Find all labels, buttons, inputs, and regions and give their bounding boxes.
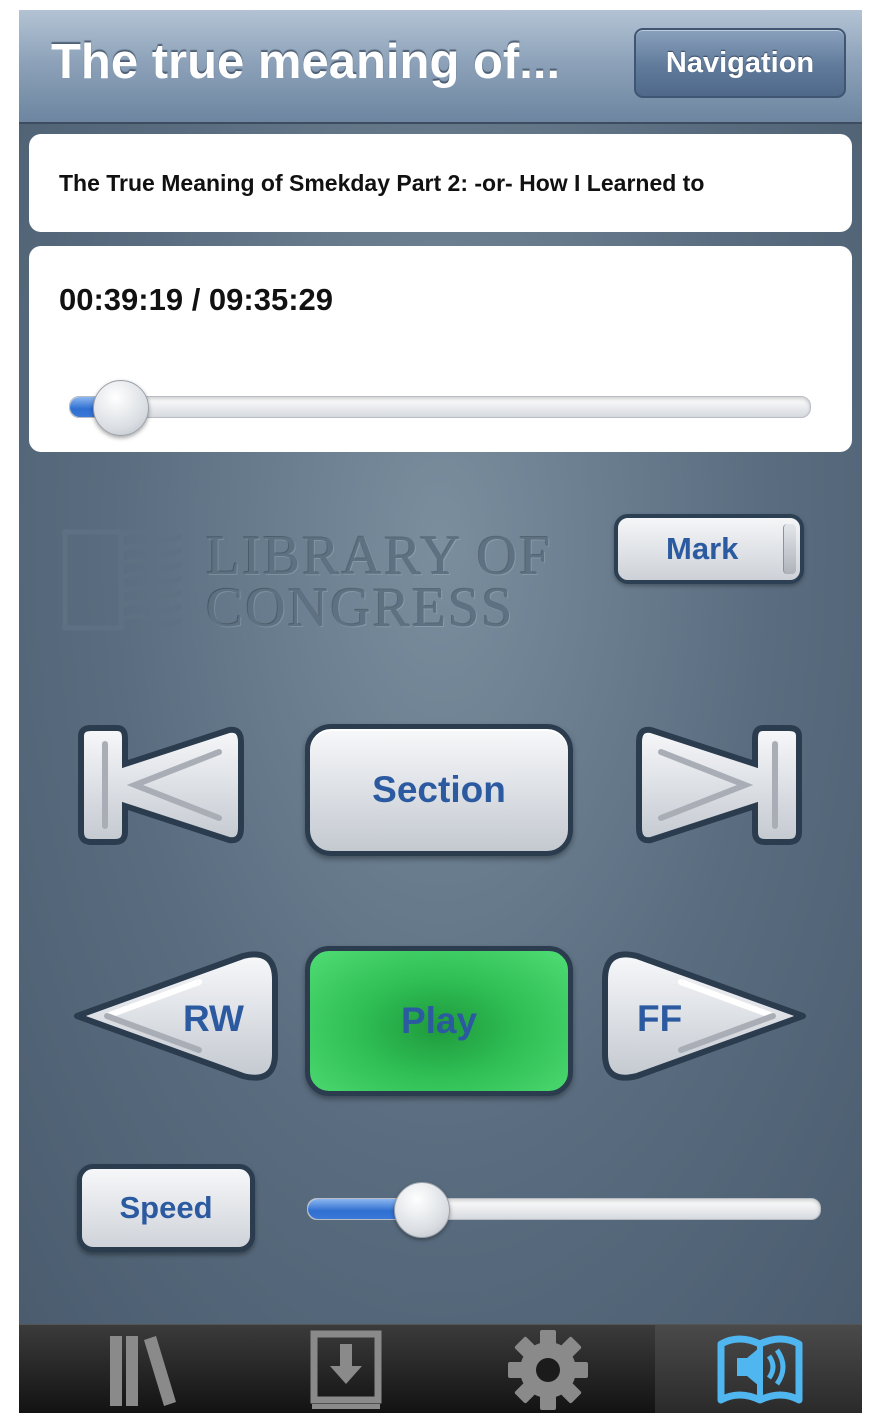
mark-label: Mark (666, 531, 739, 566)
download-icon (310, 1330, 382, 1409)
rewind-label: RW (183, 998, 244, 1039)
speed-slider[interactable] (307, 1182, 821, 1238)
tab-settings[interactable] (443, 1325, 653, 1413)
tab-bar (19, 1324, 862, 1413)
progress-card: 00:39:19 / 09:35:29 (29, 246, 852, 452)
previous-section-button[interactable] (69, 720, 249, 850)
app-screen: The true meaning of... Navigation The Tr… (19, 10, 862, 1413)
tab-library[interactable] (39, 1325, 249, 1413)
skip-back-icon (78, 725, 244, 845)
player-panel: The True Meaning of Smekday Part 2: -or-… (19, 124, 862, 1324)
rewind-button[interactable] (67, 946, 283, 1086)
mark-toggle-knob (783, 524, 796, 574)
tab-downloads[interactable] (241, 1325, 451, 1413)
fast-forward-label: FF (637, 998, 683, 1039)
library-of-congress-logo: LIBRARY OF CONGRESS (61, 524, 561, 639)
elapsed-total-time: 00:39:19 / 09:35:29 (59, 282, 334, 317)
book-title: The True Meaning of Smekday Part 2: -or-… (59, 169, 705, 196)
progress-slider-thumb[interactable] (93, 380, 150, 436)
flag-waves-icon (62, 529, 183, 631)
mark-toggle[interactable]: Mark (614, 514, 804, 584)
page-title: The true meaning of... (51, 35, 561, 89)
open-book-audio-icon (717, 1335, 803, 1403)
fast-forward-button[interactable] (597, 946, 813, 1086)
next-section-button[interactable] (631, 720, 811, 850)
section-button[interactable]: Section (305, 724, 573, 856)
logo-line-2: CONGRESS (206, 577, 515, 639)
speed-button[interactable]: Speed (77, 1164, 255, 1252)
play-button[interactable]: Play (305, 946, 573, 1096)
bookshelf-icon (110, 1335, 176, 1406)
gear-icon (508, 1329, 588, 1410)
book-title-card: The True Meaning of Smekday Part 2: -or-… (29, 134, 852, 232)
speed-slider-thumb[interactable] (393, 1182, 450, 1238)
skip-forward-icon (636, 725, 802, 845)
navigation-bar: The true meaning of... Navigation (19, 10, 862, 124)
progress-slider[interactable] (69, 380, 811, 436)
navigation-button[interactable]: Navigation (634, 28, 846, 98)
tab-player[interactable] (655, 1325, 862, 1413)
